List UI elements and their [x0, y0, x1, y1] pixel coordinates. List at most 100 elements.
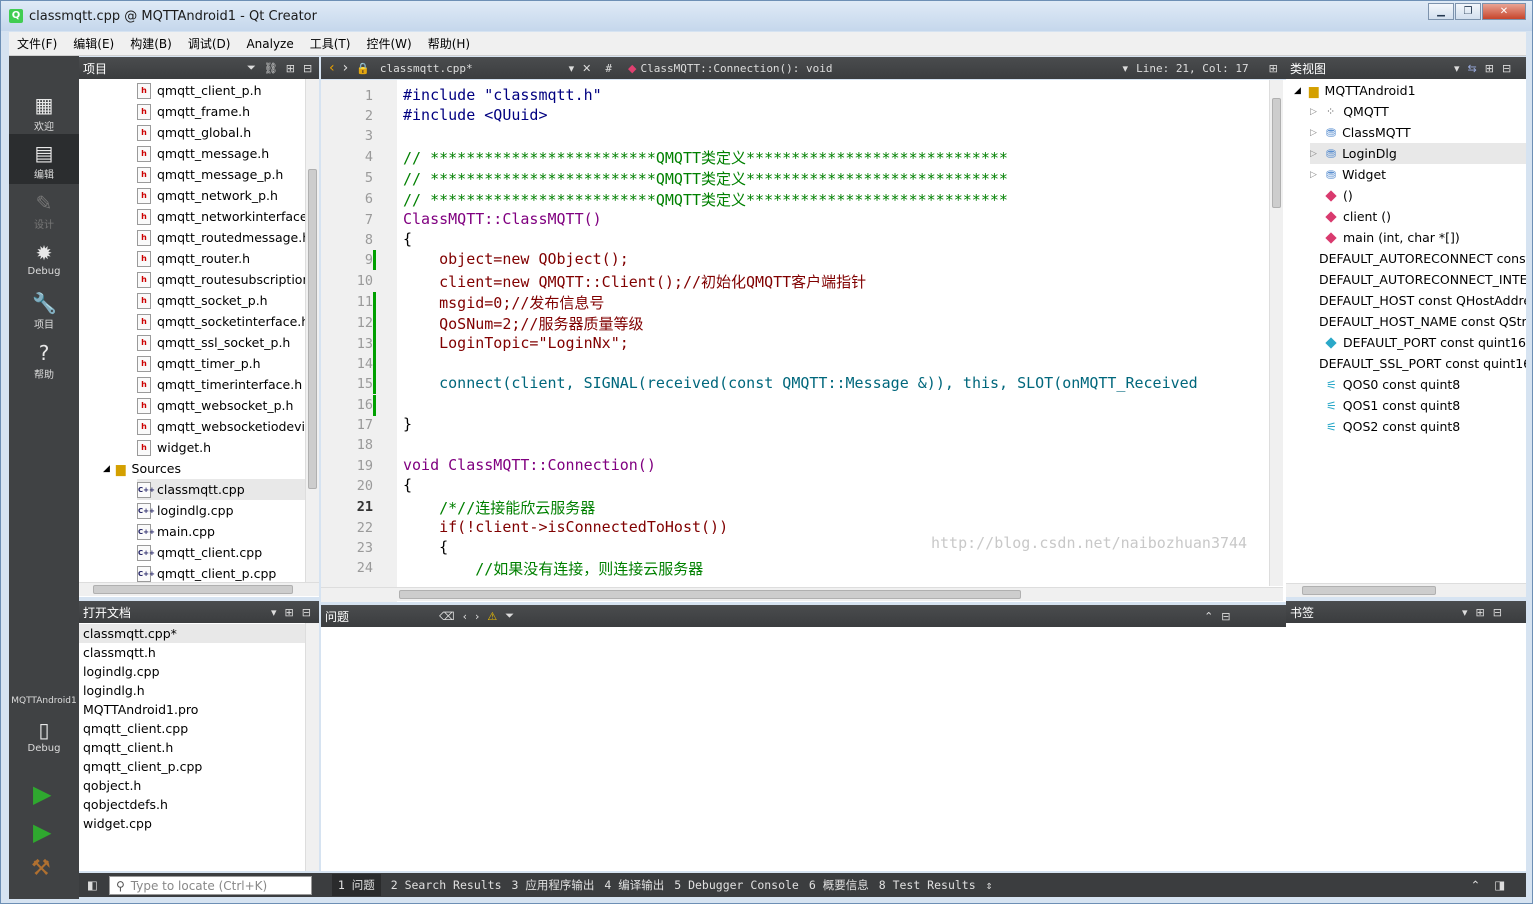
locator-input[interactable]: ⚲ Type to locate (Ctrl+K): [109, 876, 312, 895]
open-document-item[interactable]: qmqtt_client_p.cpp: [79, 757, 305, 776]
project-file-item[interactable]: h qmqtt_timer_p.h: [137, 353, 261, 374]
more-tabs-icon[interactable]: ⇕: [986, 878, 993, 892]
open-document-item[interactable]: logindlg.cpp: [79, 662, 305, 681]
project-file-item[interactable]: h qmqtt_websocket_p.h: [137, 395, 293, 416]
tab-search-results[interactable]: 2 Search Results: [391, 878, 502, 892]
clean-icon[interactable]: ⌫: [439, 610, 455, 623]
dropdown-icon[interactable]: ▾: [271, 606, 277, 619]
tab-test-results[interactable]: 8 Test Results: [879, 878, 976, 892]
project-file-item[interactable]: h qmqtt_message.h: [137, 143, 269, 164]
project-tree-scrollbar[interactable]: [305, 79, 319, 582]
code-line[interactable]: if(!client->isConnectedToHost()): [403, 518, 728, 536]
close-pane-icon[interactable]: ⊟: [302, 606, 311, 619]
editor-scrollbar[interactable]: [1269, 80, 1283, 586]
code-line[interactable]: connect(client, SIGNAL(received(const QM…: [403, 374, 1198, 392]
code-line[interactable]: msgid=0;//发布信息号: [403, 292, 604, 313]
code-editor[interactable]: 1 #include "classmqtt.h" 2 #include <QUuid>…: [321, 80, 1286, 602]
open-document-item[interactable]: classmqtt.cpp*: [79, 624, 305, 643]
editor-hscroll[interactable]: [321, 587, 1283, 601]
mode-edit[interactable]: ▤ 编辑: [9, 134, 79, 184]
project-file-item[interactable]: h qmqtt_router.h: [137, 248, 250, 269]
class-tree-item[interactable]: DEFAULT_AUTORECONNECT_INTERVAL: [1308, 269, 1526, 290]
open-document-item[interactable]: MQTTAndroid1.pro: [79, 700, 305, 719]
code-line[interactable]: //如果没有连接，则连接云服务器: [403, 558, 703, 579]
next-icon[interactable]: ›: [475, 610, 479, 623]
kit-selector[interactable]: ▯ Debug: [9, 711, 79, 761]
close-file-icon[interactable]: ✕: [582, 62, 591, 75]
code-line[interactable]: object=new QObject();: [403, 250, 629, 268]
code-line[interactable]: {: [403, 476, 412, 494]
open-document-item[interactable]: qobjectdefs.h: [79, 795, 305, 814]
split-icon[interactable]: ⊞: [1269, 62, 1278, 75]
project-file-item[interactable]: C++ qmqtt_client.cpp: [137, 542, 305, 563]
mode-welcome[interactable]: ▦ 欢迎: [9, 86, 79, 136]
project-file-item[interactable]: h qmqtt_client_p.h: [137, 80, 262, 101]
project-file-item[interactable]: h qmqtt_websocketiodevice_p.h: [137, 416, 319, 437]
code-line[interactable]: {: [403, 538, 448, 556]
close-pane-icon[interactable]: ⊟: [1221, 610, 1230, 623]
project-file-item[interactable]: h qmqtt_network_p.h: [137, 185, 278, 206]
code-line[interactable]: client=new QMQTT::Client();//初始化QMQTT客户端…: [403, 271, 866, 292]
sources-folder[interactable]: ◢ ▆ Sources: [103, 458, 181, 479]
class-tree-item[interactable]: ⚟ QOS1 const quint8: [1310, 395, 1526, 416]
code-line[interactable]: QoSNum=2;//服务器质量等级: [403, 313, 643, 334]
sync-icon[interactable]: ⇆: [1468, 62, 1477, 75]
class-tree-item[interactable]: DEFAULT_HOST_NAME const QString: [1308, 311, 1526, 332]
open-document-item[interactable]: classmqtt.h: [79, 643, 305, 662]
open-docs-scrollbar[interactable]: [305, 623, 319, 871]
file-selector[interactable]: classmqtt.cpp*: [380, 62, 473, 75]
class-tree-item[interactable]: DEFAULT_PORT const quint16: [1310, 332, 1526, 353]
project-file-item[interactable]: C++ classmqtt.cpp: [137, 479, 305, 500]
class-tree-item[interactable]: main (int, char *[]): [1310, 227, 1526, 248]
project-file-item[interactable]: h qmqtt_ssl_socket_p.h: [137, 332, 290, 353]
class-tree-hscroll[interactable]: [1286, 583, 1526, 597]
maximize-button[interactable]: ❐: [1455, 3, 1481, 20]
project-file-item[interactable]: h qmqtt_timerinterface.h: [137, 374, 302, 395]
link-icon[interactable]: ⛓: [264, 62, 278, 75]
class-tree-item[interactable]: ⚟ QOS2 const quint8: [1310, 416, 1526, 437]
class-tree-root[interactable]: ◢ ▆ MQTTAndroid1: [1294, 80, 1416, 101]
project-file-item[interactable]: h widget.h: [137, 437, 211, 458]
project-file-item[interactable]: h qmqtt_networkinterface.h: [137, 206, 319, 227]
split-icon[interactable]: ⊞: [1476, 606, 1485, 619]
project-file-item[interactable]: h qmqtt_global.h: [137, 122, 251, 143]
close-button[interactable]: ✕: [1482, 3, 1526, 20]
mode-debug[interactable]: ✹ Debug: [9, 234, 79, 284]
project-tree-hscroll[interactable]: [79, 582, 319, 596]
forward-icon[interactable]: ›: [343, 60, 349, 76]
tab-app-output[interactable]: 3 应用程序输出: [512, 877, 595, 893]
code-line[interactable]: {: [403, 230, 412, 248]
project-file-item[interactable]: h qmqtt_frame.h: [137, 101, 250, 122]
menu-tools[interactable]: 工具(T): [302, 35, 359, 52]
project-file-item[interactable]: h qmqtt_socket_p.h: [137, 290, 268, 311]
mode-projects[interactable]: 🔧 项目: [9, 284, 79, 334]
menu-edit[interactable]: 编辑(E): [65, 35, 122, 52]
class-tree-item[interactable]: ▷ ⛃ ClassMQTT: [1310, 122, 1526, 143]
warning-icon[interactable]: ⚠: [487, 610, 497, 623]
class-tree-item[interactable]: (): [1310, 185, 1526, 206]
code-line[interactable]: #include <QUuid>: [403, 106, 548, 124]
open-document-item[interactable]: logindlg.h: [79, 681, 305, 700]
code-line[interactable]: // *************************QMQTT类定义****…: [403, 147, 1008, 168]
project-file-item[interactable]: C++ qmqtt_client_p.cpp: [137, 563, 305, 584]
dropdown-icon[interactable]: ▾: [1123, 62, 1129, 75]
class-tree-item[interactable]: ▷ ⛃ LoginDlg: [1310, 143, 1526, 164]
code-line[interactable]: // *************************QMQTT类定义****…: [403, 189, 1008, 210]
open-document-item[interactable]: widget.cpp: [79, 814, 305, 833]
collapse-output-icon[interactable]: ⌃: [1471, 878, 1481, 892]
project-file-item[interactable]: h qmqtt_routesubscription.h: [137, 269, 319, 290]
tab-general-messages[interactable]: 6 概要信息: [809, 877, 869, 893]
toggle-sidebar-icon[interactable]: ◧: [87, 878, 98, 892]
class-tree-item[interactable]: ▷ ⛃ Widget: [1310, 164, 1526, 185]
class-tree-item[interactable]: ▷ ⁘ QMQTT: [1310, 101, 1526, 122]
project-file-item[interactable]: h qmqtt_routedmessage.h: [137, 227, 310, 248]
dropdown-icon[interactable]: ▾: [1462, 606, 1468, 619]
code-line[interactable]: // *************************QMQTT类定义****…: [403, 168, 1008, 189]
class-tree-item[interactable]: client (): [1310, 206, 1526, 227]
filter-icon[interactable]: ⏷: [247, 61, 256, 75]
class-tree-item[interactable]: DEFAULT_HOST const QHostAddress: [1308, 290, 1526, 311]
split-icon[interactable]: ⊞: [1485, 62, 1494, 75]
menu-file[interactable]: 文件(F): [9, 35, 65, 52]
code-line[interactable]: ClassMQTT::ClassMQTT(): [403, 210, 602, 228]
code-line[interactable]: /*//连接能欣云服务器: [403, 497, 595, 518]
